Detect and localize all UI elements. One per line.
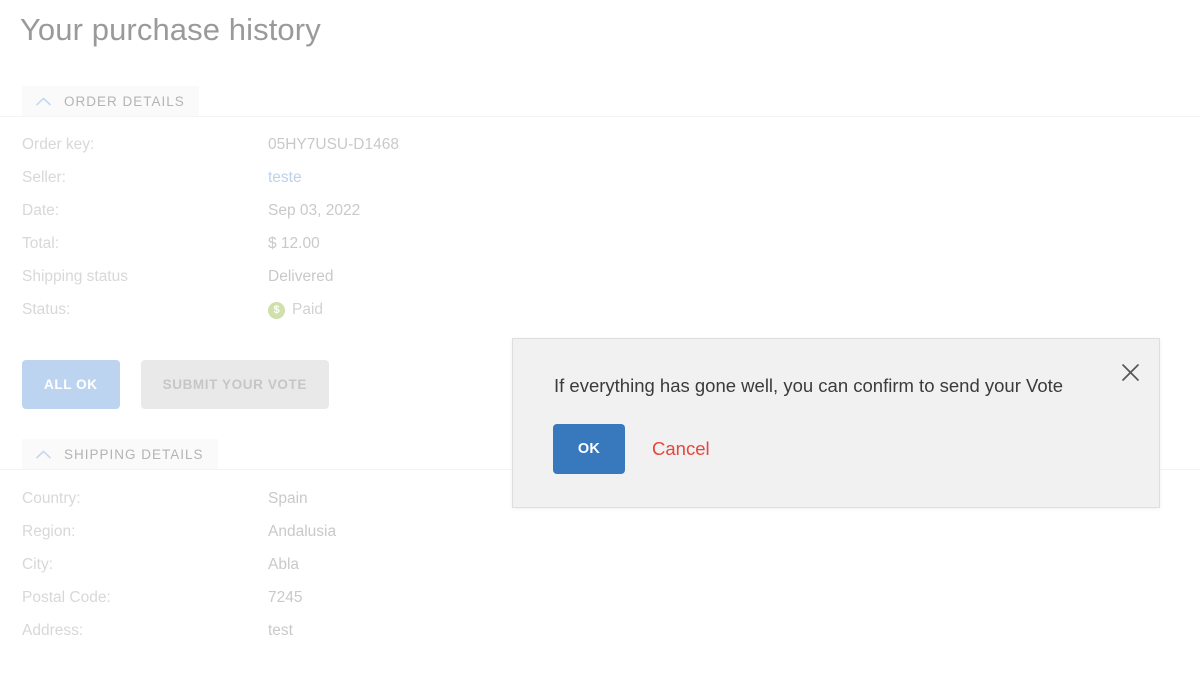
detail-row-postal-code: Postal Code: 7245 [22, 589, 622, 622]
detail-value-shipping-status: Delivered [268, 268, 334, 285]
order-action-bar: ALL OK SUBMIT YOUR VOTE [22, 360, 329, 409]
detail-label: Total: [22, 235, 60, 252]
detail-label: Postal Code: [22, 589, 111, 606]
detail-row-seller: Seller: teste [22, 169, 622, 202]
submit-your-vote-button[interactable]: SUBMIT YOUR VOTE [140, 360, 329, 409]
section-label-order-details: ORDER DETAILS [64, 93, 185, 109]
section-header-shipping-details[interactable]: SHIPPING DETAILS [22, 439, 218, 469]
detail-label: Order key: [22, 136, 95, 153]
detail-value-order-key: 05HY7USU-D1468 [268, 136, 399, 153]
detail-row-status: Status: $ Paid [22, 301, 622, 334]
detail-value-date: Sep 03, 2022 [268, 202, 361, 219]
section-label-shipping-details: SHIPPING DETAILS [64, 446, 204, 462]
dialog-message: If everything has gone well, you can con… [554, 375, 1064, 396]
status-badge-label: Paid [292, 301, 324, 318]
detail-value-status: $ Paid [268, 301, 323, 319]
detail-value-address: test [268, 622, 293, 639]
detail-row-total: Total: $ 12.00 [22, 235, 622, 268]
ok-button[interactable]: OK [553, 424, 625, 474]
all-ok-button[interactable]: ALL OK [22, 360, 120, 409]
detail-value-city: Abla [268, 556, 300, 573]
detail-label: Shipping status [22, 268, 128, 285]
detail-row-shipping-status: Shipping status Delivered [22, 268, 622, 301]
seller-link[interactable]: teste [268, 169, 302, 187]
close-icon[interactable] [1117, 359, 1143, 385]
dollar-coin-icon: $ [268, 301, 285, 319]
detail-row-region: Region: Andalusia [22, 523, 622, 556]
confirm-vote-dialog: If everything has gone well, you can con… [512, 338, 1160, 508]
detail-label: Status: [22, 301, 71, 318]
detail-value-region: Andalusia [268, 523, 337, 540]
chevron-up-icon [32, 90, 54, 112]
detail-row-order-key: Order key: 05HY7USU-D1468 [22, 136, 622, 169]
detail-value-postal-code: 7245 [268, 589, 303, 606]
dialog-action-bar: OK Cancel [553, 424, 710, 474]
detail-label: Date: [22, 202, 60, 219]
detail-label: Region: [22, 523, 76, 540]
detail-row-address: Address: test [22, 622, 622, 655]
cancel-button[interactable]: Cancel [652, 438, 710, 460]
chevron-up-icon [32, 443, 54, 465]
detail-label: Address: [22, 622, 84, 639]
section-divider-order [0, 116, 1200, 117]
page-title: Your purchase history [20, 12, 321, 47]
detail-label: Seller: [22, 169, 66, 186]
detail-label: Country: [22, 490, 81, 507]
detail-value-country: Spain [268, 490, 308, 507]
detail-value-total: $ 12.00 [268, 235, 320, 252]
detail-row-city: City: Abla [22, 556, 622, 589]
detail-row-date: Date: Sep 03, 2022 [22, 202, 622, 235]
detail-label: City: [22, 556, 53, 573]
status-badge: $ Paid [268, 301, 323, 319]
section-header-order-details[interactable]: ORDER DETAILS [22, 86, 199, 116]
